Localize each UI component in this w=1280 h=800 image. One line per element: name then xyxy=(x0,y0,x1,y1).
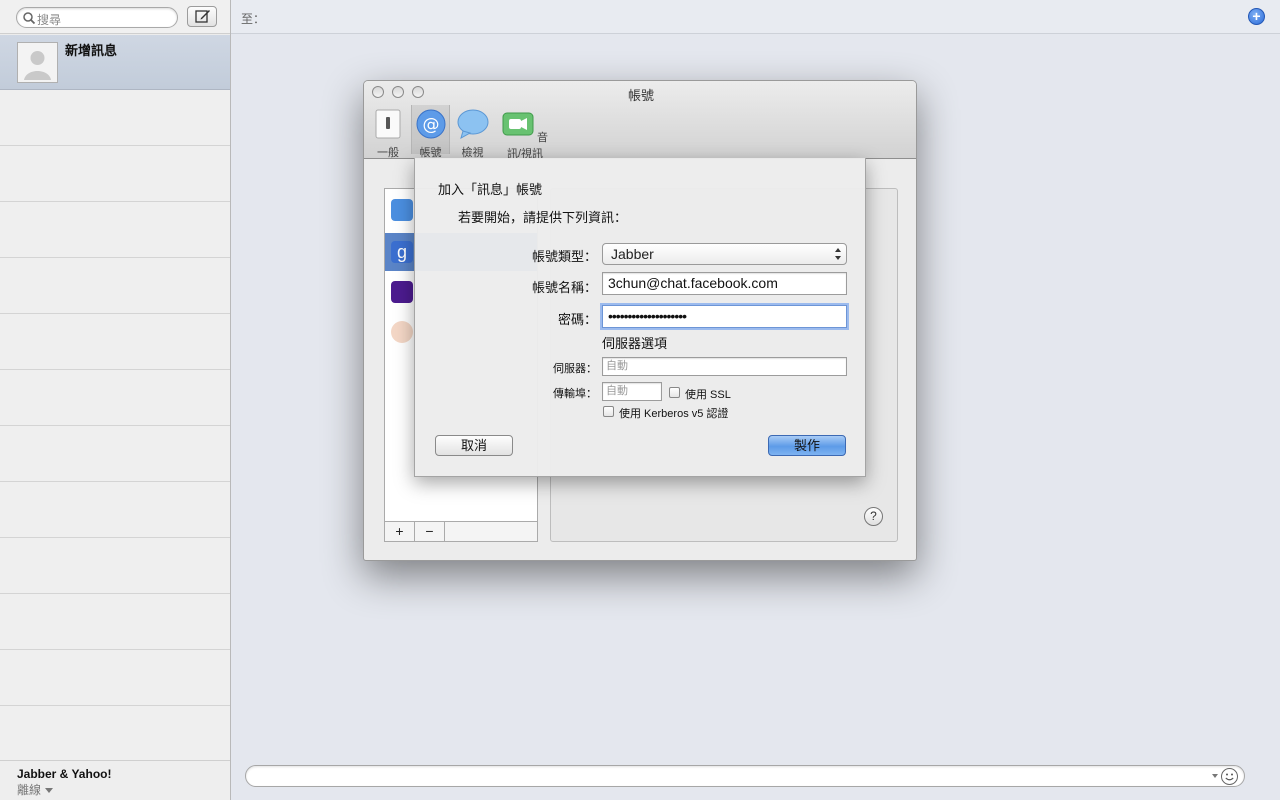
add-account-button[interactable]: + xyxy=(385,522,415,541)
password-field[interactable]: •••••••••••••••••••• xyxy=(602,305,847,328)
speech-bubble-icon xyxy=(457,109,488,140)
account-status-text: 離線 xyxy=(17,783,42,797)
list-item xyxy=(0,90,230,146)
account-name-label: 帳號名稱： xyxy=(531,280,597,295)
yahoo-mail-icon xyxy=(391,281,413,303)
smiley-icon xyxy=(1225,773,1234,781)
toolbar-tab-audio-video[interactable]: 音訊/視訊 xyxy=(499,109,551,161)
list-item xyxy=(0,706,230,762)
account-type-popup[interactable]: Jabber xyxy=(602,243,847,265)
server-field[interactable]: 自動 xyxy=(602,357,847,376)
account-name-field[interactable]: 3chun@chat.facebook.com xyxy=(602,272,847,295)
emoji-picker-button[interactable] xyxy=(1221,768,1238,785)
use-kerberos-label: 使用 Kerberos v5 認證 xyxy=(619,408,729,420)
server-label: 伺服器： xyxy=(553,363,597,375)
list-item xyxy=(0,202,230,258)
chevron-down-icon xyxy=(1212,774,1218,778)
toolbar-tab-viewing[interactable]: 檢視 xyxy=(456,109,489,160)
list-item xyxy=(0,146,230,202)
window-title: 帳號 xyxy=(627,88,654,103)
list-item xyxy=(0,594,230,650)
sheet-title: 加入「訊息」帳號 xyxy=(438,182,543,197)
toolbar-tab-general[interactable]: 一般 xyxy=(371,109,405,160)
sidebar-toolbar: 搜尋 xyxy=(0,0,230,34)
use-kerberos-checkbox[interactable] xyxy=(603,406,614,417)
at-sign-icon: @ xyxy=(416,109,445,139)
toolbar-tab-accounts[interactable]: @ 帳號 xyxy=(411,105,450,159)
search-placeholder: 搜尋 xyxy=(37,13,62,27)
remove-account-button[interactable]: − xyxy=(415,522,445,541)
svg-text:@: @ xyxy=(422,115,439,135)
add-account-sheet: 加入「訊息」帳號 若要開始，請提供下列資訊： 帳號類型： Jabber 帳號名稱… xyxy=(414,158,866,477)
port-label: 傳輸埠： xyxy=(553,388,597,400)
bonjour-account-icon xyxy=(391,321,413,343)
list-item xyxy=(0,258,230,314)
recipient-bar: 至： + xyxy=(231,0,1280,34)
message-input[interactable] xyxy=(245,765,1245,787)
use-ssl-checkbox[interactable] xyxy=(669,387,680,398)
conversation-list xyxy=(0,90,230,762)
list-item xyxy=(0,370,230,426)
conversation-title: 新增訊息 xyxy=(65,43,118,58)
list-item xyxy=(0,538,230,594)
list-item xyxy=(0,482,230,538)
use-ssl-label: 使用 SSL xyxy=(685,389,731,401)
chevron-down-icon xyxy=(45,788,54,794)
list-item xyxy=(0,314,230,370)
conversation-item-new-message[interactable]: 新增訊息 xyxy=(0,35,230,90)
account-type-value: Jabber xyxy=(611,246,654,262)
search-field[interactable]: 搜尋 xyxy=(16,7,178,28)
port-field[interactable]: 自動 xyxy=(602,382,662,401)
help-button[interactable]: ? xyxy=(864,507,883,526)
window-titlebar: 帳號 一般 @ 帳號 檢視 音訊/視訊 xyxy=(364,81,916,161)
list-item xyxy=(0,426,230,482)
cancel-button[interactable]: 取消 xyxy=(435,435,513,456)
popup-arrows-icon xyxy=(835,248,842,261)
account-name: Jabber & Yahoo! xyxy=(17,767,112,781)
toolbar-tab-label: 一般 xyxy=(377,147,399,159)
to-label: 至： xyxy=(241,12,266,26)
search-icon xyxy=(23,12,36,25)
add-recipient-button[interactable]: + xyxy=(1248,8,1265,25)
account-status-bar: Jabber & Yahoo! 離線 xyxy=(0,760,230,800)
light-switch-icon xyxy=(375,109,401,139)
account-type-label: 帳號類型： xyxy=(531,249,597,264)
sheet-subtitle: 若要開始，請提供下列資訊： xyxy=(458,210,628,225)
compose-icon xyxy=(195,10,210,23)
messages-account-icon xyxy=(391,199,413,221)
google-account-icon: g xyxy=(391,241,413,263)
conversation-sidebar: 搜尋 新增訊息 Jabber & Yahoo! 離線 xyxy=(0,0,231,800)
password-label: 密碼： xyxy=(557,312,597,327)
server-options-heading: 伺服器選項 xyxy=(602,336,668,351)
create-button[interactable]: 製作 xyxy=(768,435,846,456)
account-status-menu[interactable]: 離線 xyxy=(17,781,54,798)
avatar xyxy=(17,42,58,83)
accounts-list-footer: + − xyxy=(384,521,538,542)
video-camera-icon xyxy=(502,112,534,136)
compose-button[interactable] xyxy=(187,6,217,27)
person-placeholder-icon xyxy=(18,43,57,82)
list-item xyxy=(0,650,230,706)
